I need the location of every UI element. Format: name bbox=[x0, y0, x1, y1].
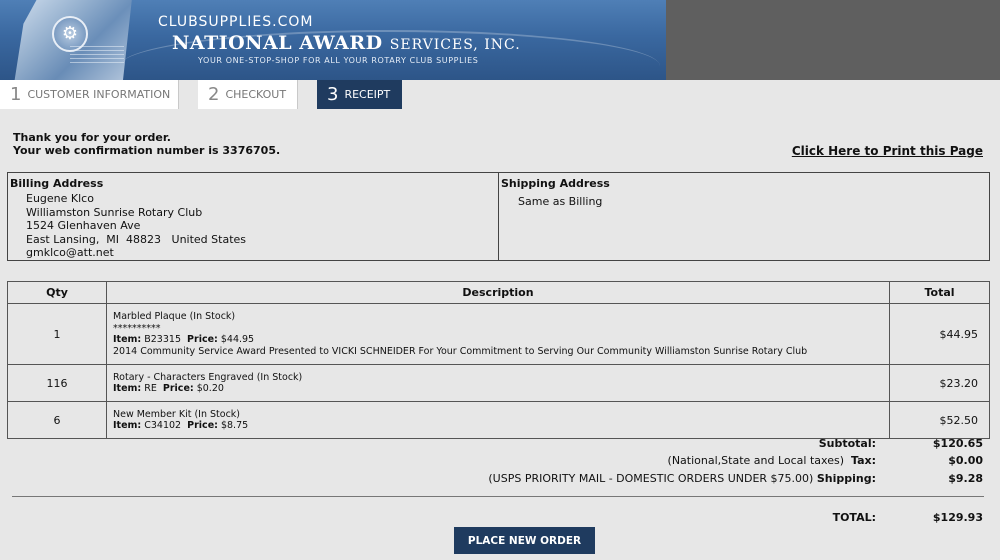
step-receipt[interactable]: 3 RECEIPT bbox=[317, 80, 402, 109]
thank-you-text: Thank you for your order. bbox=[13, 131, 171, 144]
place-new-order-button[interactable]: PLACE NEW ORDER bbox=[454, 527, 595, 554]
billing-address: Eugene Klco Williamston Sunrise Rotary C… bbox=[26, 192, 246, 260]
confirmation-message: Thank you for your order. Your web confi… bbox=[13, 131, 280, 157]
confirmation-number-text: Your web confirmation number is 3376705. bbox=[13, 144, 281, 157]
item-label: Item: bbox=[113, 420, 142, 431]
step-customer-information[interactable]: 1 CUSTOMER INFORMATION bbox=[0, 80, 179, 109]
billing-city-line: East Lansing, MI 48823 United States bbox=[26, 232, 246, 246]
award-engraving-image bbox=[70, 46, 124, 66]
address-box: Billing Address Eugene Klco Williamston … bbox=[7, 172, 990, 261]
qty-header: Qty bbox=[7, 281, 107, 304]
subtotal-value: $120.65 bbox=[932, 437, 983, 450]
price-label: Price: bbox=[187, 334, 218, 345]
total-value: $129.93 bbox=[932, 511, 983, 524]
site-name: CLUBSUPPLIES.COM bbox=[158, 14, 314, 30]
billing-org: Williamston Sunrise Rotary Club bbox=[26, 205, 203, 219]
order-items-table: Qty Description Total 1 Marbled Plaque (… bbox=[7, 281, 990, 439]
product-name: New Member Kit (In Stock) bbox=[113, 408, 240, 420]
step-checkout[interactable]: 2 CHECKOUT bbox=[198, 80, 298, 109]
step-number: 2 bbox=[208, 84, 220, 105]
tax-label-text: Tax: bbox=[850, 454, 876, 467]
shipping-note: (USPS PRIORITY MAIL - DOMESTIC ORDERS UN… bbox=[488, 472, 814, 485]
step-number: 1 bbox=[10, 84, 22, 105]
step-label: CUSTOMER INFORMATION bbox=[27, 88, 171, 101]
line-total-cell: $23.20 bbox=[889, 364, 990, 402]
subtotal-label: Subtotal: bbox=[819, 437, 876, 450]
shipping-label-text: Shipping: bbox=[816, 472, 876, 485]
shipping-address-title: Shipping Address bbox=[501, 177, 610, 190]
product-name: Rotary - Characters Engraved (In Stock) bbox=[113, 371, 303, 383]
billing-name: Eugene Klco bbox=[26, 192, 94, 205]
item-code: RE bbox=[144, 383, 157, 394]
address-divider bbox=[498, 173, 499, 260]
price-label: Price: bbox=[187, 420, 218, 431]
shipping-address-value: Same as Billing bbox=[518, 195, 603, 208]
item-label: Item: bbox=[113, 383, 142, 394]
item-price: $0.20 bbox=[196, 383, 224, 394]
product-item-line: Item: RE Price: $0.20 bbox=[113, 383, 883, 395]
billing-street: 1524 Glenhaven Ave bbox=[26, 219, 141, 233]
qty-cell: 6 bbox=[7, 401, 107, 439]
qty-cell: 116 bbox=[7, 364, 107, 402]
print-page-link[interactable]: Click Here to Print this Page bbox=[792, 144, 983, 158]
total-label-text: TOTAL: bbox=[832, 511, 876, 524]
tax-note: (National,State and Local taxes) bbox=[667, 454, 844, 467]
line-total-cell: $52.50 bbox=[889, 401, 990, 439]
tax-value: $0.00 bbox=[948, 454, 983, 467]
shipping-value: $9.28 bbox=[948, 472, 983, 485]
item-price: $8.75 bbox=[220, 420, 249, 431]
item-label: Item: bbox=[113, 334, 142, 345]
brand-main-text: NATIONAL AWARD bbox=[172, 32, 383, 54]
qty-cell: 1 bbox=[7, 303, 107, 365]
tax-label: (National,State and Local taxes) Tax: bbox=[668, 454, 876, 467]
billing-address-title: Billing Address bbox=[10, 177, 104, 190]
totals-divider bbox=[12, 496, 984, 497]
subtotal-label-text: Subtotal: bbox=[818, 437, 876, 450]
table-row: 1 Marbled Plaque (In Stock) ********** I… bbox=[7, 303, 990, 365]
product-item-line: Item: B23315 Price: $44.95 bbox=[113, 334, 883, 346]
brand-sub-text: SERVICES, INC. bbox=[389, 37, 521, 53]
table-row: 6 New Member Kit (In Stock) Item: C34102… bbox=[7, 401, 990, 439]
step-number: 3 bbox=[327, 84, 339, 105]
product-engraving-note: 2014 Community Service Award Presented t… bbox=[113, 345, 808, 357]
table-row: 116 Rotary - Characters Engraved (In Sto… bbox=[7, 364, 990, 402]
description-cell: New Member Kit (In Stock) Item: C34102 P… bbox=[106, 401, 890, 439]
product-name: Marbled Plaque (In Stock) bbox=[113, 311, 236, 322]
item-code: C34102 bbox=[144, 420, 182, 431]
brand-title: NATIONAL AWARD SERVICES, INC. bbox=[172, 32, 521, 54]
total-label: TOTAL: bbox=[833, 511, 876, 524]
total-header: Total bbox=[889, 281, 990, 304]
step-label: RECEIPT bbox=[344, 88, 391, 101]
table-header-row: Qty Description Total bbox=[7, 281, 990, 304]
description-header: Description bbox=[106, 281, 890, 304]
header-filler bbox=[666, 0, 1000, 80]
step-label: CHECKOUT bbox=[225, 88, 287, 101]
receipt-page: ⚙ CLUBSUPPLIES.COM NATIONAL AWARD SERVIC… bbox=[0, 0, 1000, 560]
product-separator: ********** bbox=[113, 322, 161, 334]
header-banner: ⚙ CLUBSUPPLIES.COM NATIONAL AWARD SERVIC… bbox=[0, 0, 666, 80]
shipping-label: (USPS PRIORITY MAIL - DOMESTIC ORDERS UN… bbox=[488, 472, 876, 485]
billing-email: gmklco@att.net bbox=[26, 246, 114, 260]
description-cell: Marbled Plaque (In Stock) ********** Ite… bbox=[106, 303, 890, 365]
line-total-cell: $44.95 bbox=[889, 303, 990, 365]
product-item-line: Item: C34102 Price: $8.75 bbox=[113, 420, 883, 432]
description-cell: Rotary - Characters Engraved (In Stock) … bbox=[106, 364, 890, 402]
item-code: B23315 bbox=[144, 334, 181, 345]
brand-tagline: YOUR ONE-STOP-SHOP FOR ALL YOUR ROTARY C… bbox=[198, 56, 479, 65]
item-price: $44.95 bbox=[220, 334, 255, 345]
price-label: Price: bbox=[162, 383, 194, 394]
